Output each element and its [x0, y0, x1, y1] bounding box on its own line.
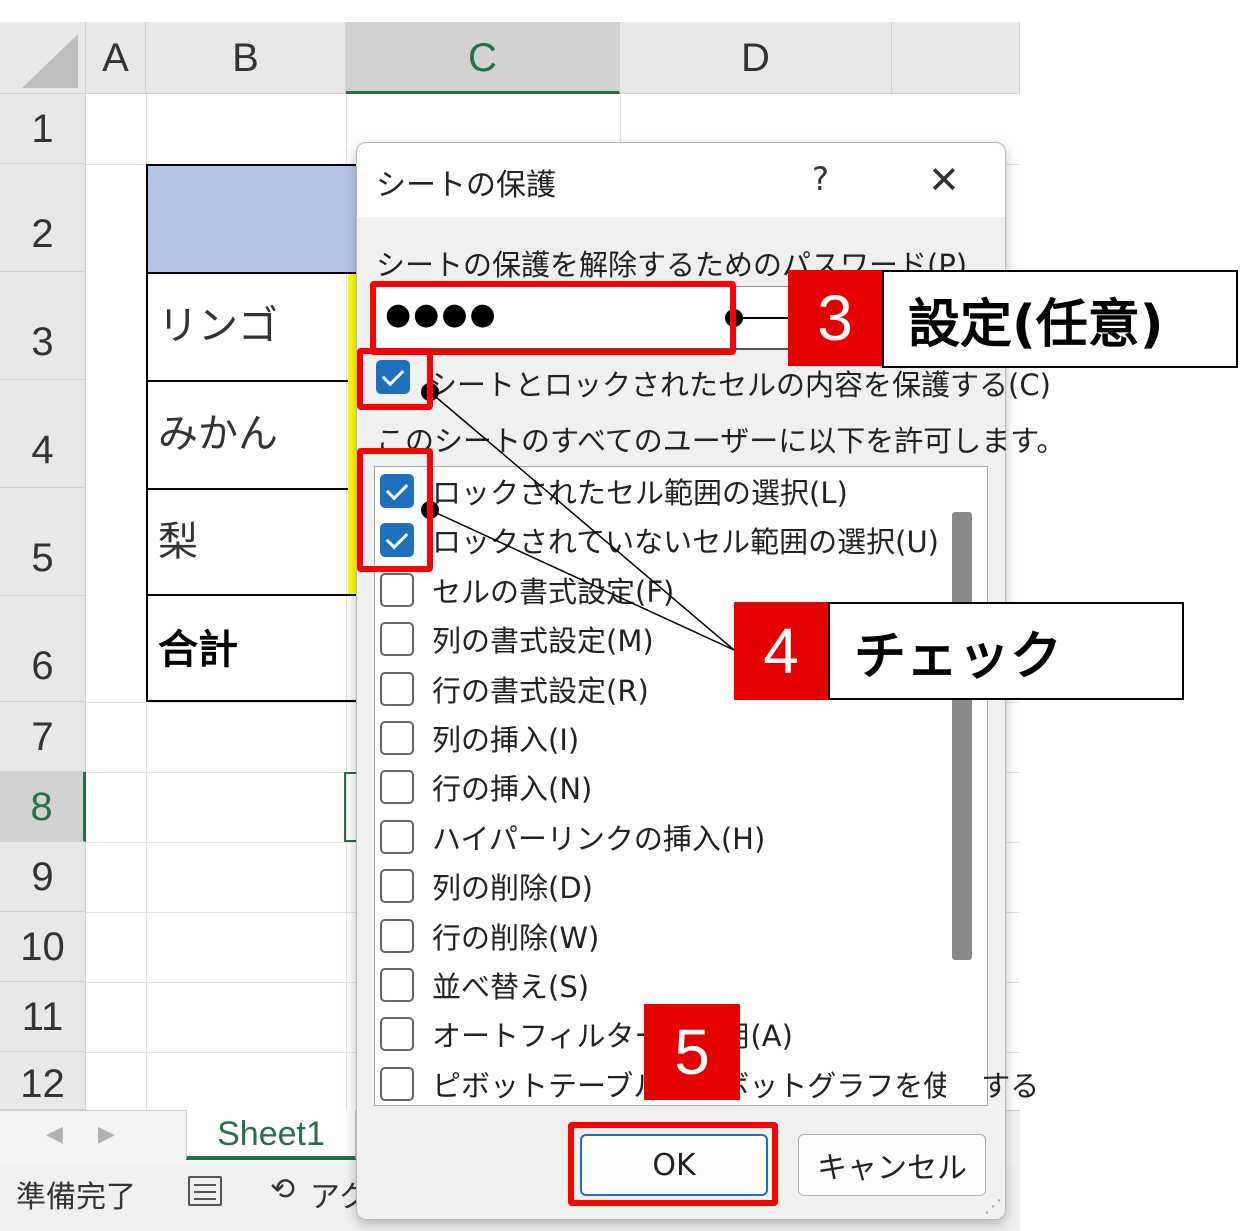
- highlight-protect-checkbox: [357, 348, 433, 410]
- highlight-ok-button: [568, 1122, 778, 1206]
- step-3-badge: 3: [788, 270, 882, 366]
- step-3-callout: 設定(任意): [882, 270, 1238, 368]
- highlight-permission-checkboxes: [357, 448, 433, 572]
- step-4-callout: チェック: [828, 602, 1184, 700]
- leader-line-4b: [429, 509, 735, 651]
- step-4-badge: 4: [734, 602, 828, 700]
- step-5-badge: 5: [644, 1004, 740, 1100]
- leader-line-4a: [429, 391, 735, 651]
- highlight-password: [370, 281, 736, 355]
